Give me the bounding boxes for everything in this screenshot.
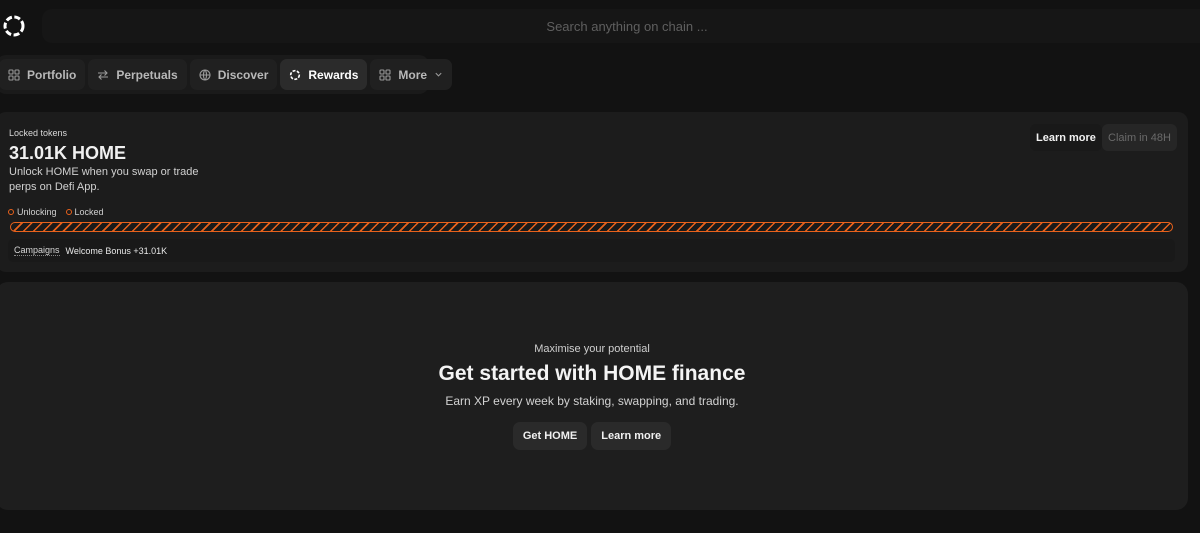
progress-legend: Unlocking Locked	[8, 207, 104, 217]
hero-description: Earn XP every week by staking, swapping,…	[445, 394, 739, 408]
locked-tokens-amount: 31.01K HOME	[9, 143, 127, 163]
nav-item-more[interactable]: More	[370, 59, 453, 90]
locked-tokens-description: Unlock HOME when you swap or trade perps…	[9, 166, 199, 193]
nav-item-rewards[interactable]: Rewards	[280, 59, 368, 90]
locked-tokens-label: Locked tokens	[9, 128, 68, 138]
legend-unlocking: Unlocking	[8, 207, 57, 217]
nav-item-perpetuals[interactable]: Perpetuals	[88, 59, 187, 90]
unlocking-dot-icon	[8, 209, 14, 215]
unlock-progress-bar	[10, 222, 1173, 232]
campaign-value: Welcome Bonus +31.01K	[65, 245, 168, 256]
nav-item-label: Rewards	[308, 67, 359, 82]
legend-locked: Locked	[65, 207, 104, 217]
nav-item-label: Perpetuals	[116, 67, 178, 82]
nav-item-label: More	[398, 67, 428, 82]
globe-icon	[199, 68, 211, 81]
chevron-down-icon	[435, 72, 442, 77]
nav-item-discover[interactable]: Discover	[189, 59, 278, 90]
learn-more-button[interactable]: Learn more	[1030, 124, 1102, 151]
top-bar: Search anything on chain ...	[0, 0, 1200, 52]
get-home-button[interactable]: Get HOME	[512, 422, 588, 450]
legend-locked-label: Locked	[74, 207, 104, 217]
ring-icon	[290, 69, 301, 80]
campaign-row: Campaigns Welcome Bonus +31.01K	[8, 239, 1175, 262]
grid-icon	[8, 68, 20, 81]
arrows-swap-icon	[98, 69, 109, 80]
get-started-card: Maximise your potential Get started with…	[0, 282, 1188, 510]
locked-dot-icon	[65, 209, 72, 215]
legend-unlocking-label: Unlocking	[17, 207, 57, 217]
hero-buttons: Get HOME Learn more	[0, 422, 1188, 450]
grid-icon	[379, 68, 391, 81]
claim-button[interactable]: Claim in 48H	[1102, 124, 1177, 151]
hero-title: Get started with HOME finance	[438, 362, 746, 385]
locked-tokens-card: Locked tokens 31.01K HOME Unlock HOME wh…	[0, 112, 1188, 272]
search-input[interactable]: Search anything on chain ...	[42, 9, 1200, 43]
nav-item-portfolio[interactable]: Portfolio	[0, 59, 86, 90]
app-logo-icon[interactable]	[2, 14, 26, 38]
search-placeholder: Search anything on chain ...	[546, 18, 708, 34]
hero-learn-more-button[interactable]: Learn more	[591, 422, 672, 450]
campaigns-label[interactable]: Campaigns	[14, 245, 60, 256]
nav-item-label: Discover	[217, 67, 269, 82]
main-nav: Portfolio Perpetuals Discover Rewards Mo…	[0, 55, 453, 94]
hero-subtitle: Maximise your potential	[534, 343, 650, 355]
nav-item-label: Portfolio	[27, 67, 77, 82]
